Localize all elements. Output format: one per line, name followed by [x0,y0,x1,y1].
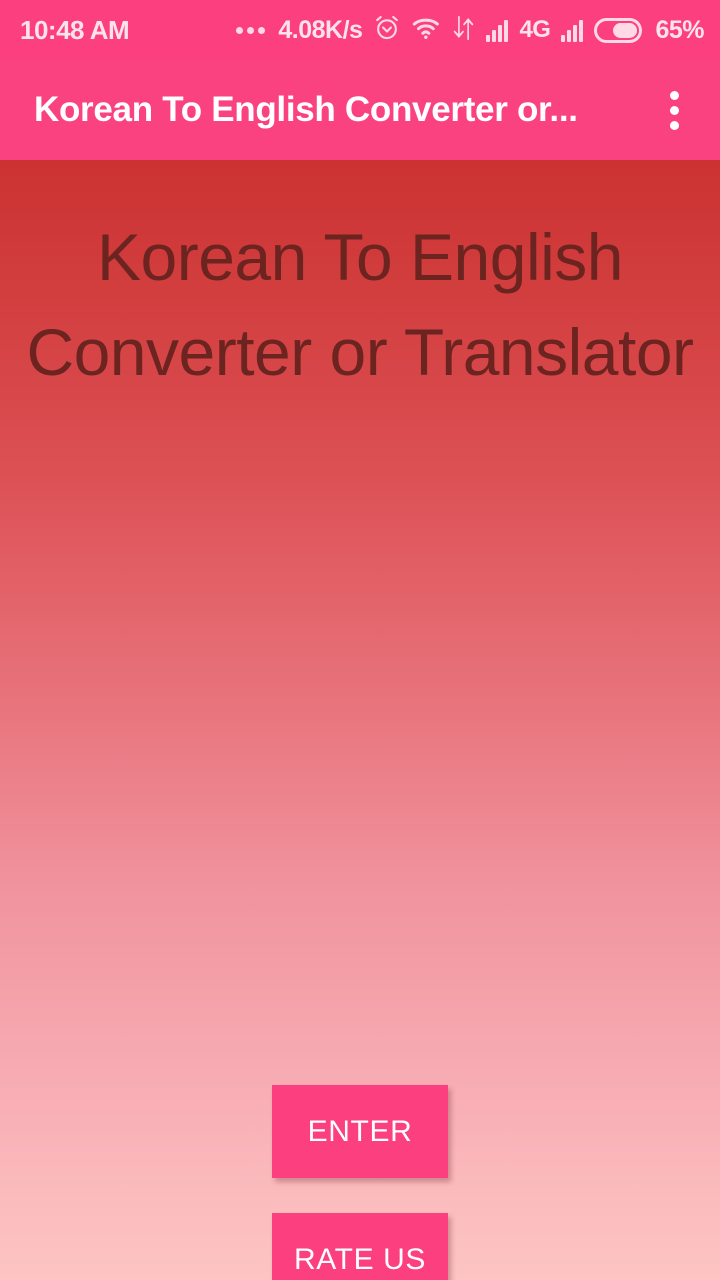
page-title: Korean To English Converter or Translato… [26,220,694,389]
signal-bars-icon-secondary [561,18,584,42]
alarm-clock-icon [373,14,401,47]
network-type-label: 4G [519,16,551,43]
main-content: Korean To English Converter or Translato… [0,160,720,1280]
signal-bars-icon [486,18,509,42]
status-bar-icons: 4.08K/s 4G 65% [236,14,704,47]
button-stack: ENTER RATE US [0,1085,720,1280]
app-bar-title: Korean To English Converter or... [34,90,578,129]
battery-level-label: 65% [655,15,704,44]
status-bar: 10:48 AM 4.08K/s 4G 65% [0,0,720,60]
enter-button[interactable]: ENTER [272,1085,448,1178]
more-notifications-icon [236,26,266,34]
battery-icon [594,17,643,43]
status-bar-clock: 10:48 AM [20,14,130,45]
network-speed-label: 4.08K/s [278,15,363,44]
rate-us-button[interactable]: RATE US [272,1213,448,1280]
app-screen: 10:48 AM 4.08K/s 4G 65% Korean To Englis… [0,0,720,1280]
data-transfer-arrows-icon [453,15,475,46]
overflow-menu-icon[interactable] [648,74,700,146]
app-bar: Korean To English Converter or... [0,60,720,160]
wifi-icon [412,15,442,46]
